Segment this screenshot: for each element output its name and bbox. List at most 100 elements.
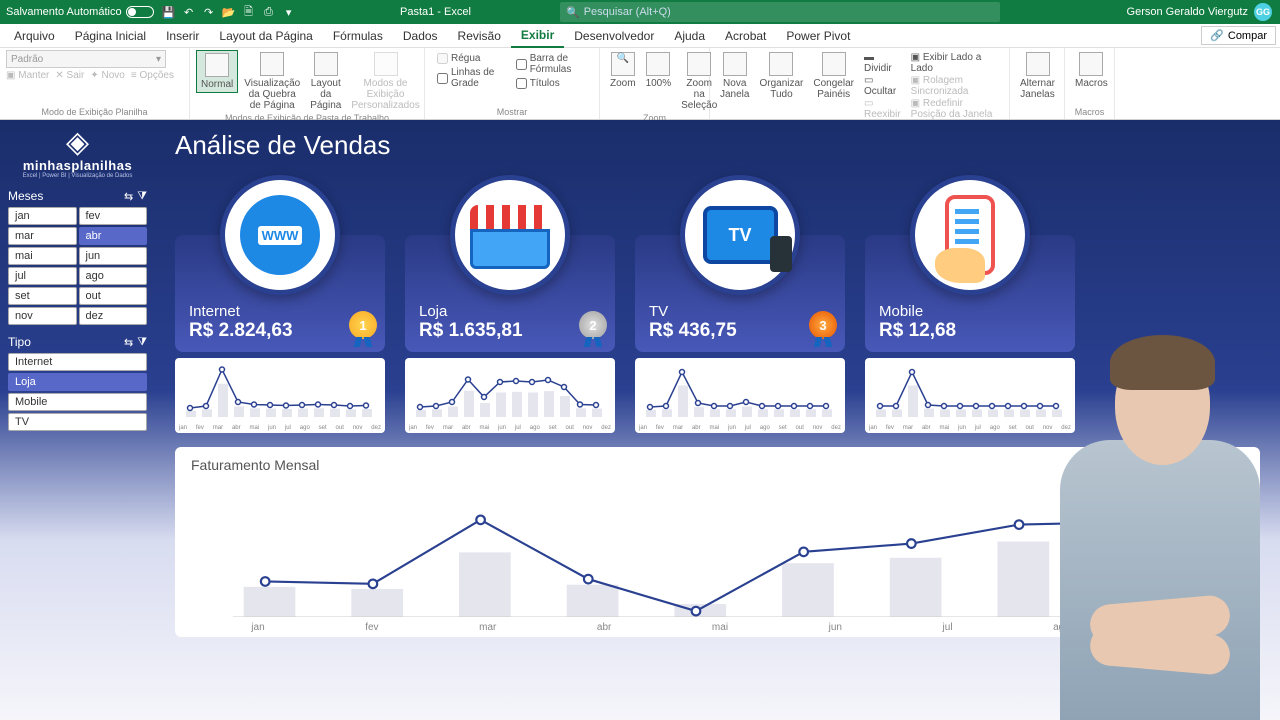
axis-label: fev bbox=[365, 622, 378, 633]
split-button[interactable]: ▬ Dividir bbox=[864, 52, 901, 74]
clear-filter-icon[interactable]: ⧩ bbox=[137, 336, 147, 349]
axis-label: jan bbox=[251, 622, 264, 633]
card-value: R$ 1.635,81 bbox=[419, 320, 601, 342]
slicer-item-nov[interactable]: nov bbox=[8, 307, 77, 325]
card-tv: TV TV R$ 436,75 3 janfevmarabrmaijunjula… bbox=[635, 175, 845, 433]
hide-button[interactable]: ▭ Ocultar bbox=[864, 75, 901, 97]
logo: ◈ minhasplanilhas Excel | Power BI | Vis… bbox=[8, 128, 147, 179]
macros-button[interactable]: Macros bbox=[1071, 50, 1112, 91]
slicer-item-jun[interactable]: jun bbox=[79, 247, 148, 265]
slicer-meses: Meses ⇆ ⧩ janfevmarabrmaijunjulagosetout… bbox=[8, 189, 147, 325]
card-name: TV bbox=[649, 303, 831, 320]
new-window-button[interactable]: Nova Janela bbox=[716, 50, 753, 102]
grid-icon bbox=[205, 53, 229, 77]
slicer-item-mai[interactable]: mai bbox=[8, 247, 77, 265]
slicer-item-internet[interactable]: Internet bbox=[8, 353, 147, 371]
card-name: Internet bbox=[189, 303, 371, 320]
logo-icon: ◈ bbox=[8, 128, 147, 158]
chk-titulos[interactable]: Títulos bbox=[514, 77, 589, 90]
autosave-toggle[interactable]: Salvamento Automático bbox=[6, 6, 154, 18]
slicer-item-mobile[interactable]: Mobile bbox=[8, 393, 147, 411]
exit-button[interactable]: ✕ Sair bbox=[55, 70, 84, 81]
search-icon: 🔍 bbox=[566, 6, 580, 19]
tab-powerpivot[interactable]: Power Pivot bbox=[776, 25, 860, 47]
share-button[interactable]: 🔗 Compar bbox=[1201, 26, 1276, 45]
slicer-item-mar[interactable]: mar bbox=[8, 227, 77, 245]
presenter-photo bbox=[1020, 260, 1280, 720]
multiselect-icon[interactable]: ⇆ bbox=[124, 336, 133, 349]
zoom-100-button[interactable]: 100% bbox=[642, 50, 676, 91]
card-icon: TV bbox=[680, 175, 800, 295]
unhide-button[interactable]: ▭ Reexibir bbox=[864, 98, 901, 120]
view-pagebreak-button[interactable]: Visualização da Quebra de Página bbox=[240, 50, 304, 113]
zoom-button[interactable]: 🔍Zoom bbox=[606, 50, 640, 91]
reset-pos-button[interactable]: ▣ Redefinir Posição da Janela bbox=[911, 98, 999, 120]
card-loja: Loja R$ 1.635,81 2 janfevmarabrmaijunjul… bbox=[405, 175, 615, 433]
slicer-item-set[interactable]: set bbox=[8, 287, 77, 305]
tab-desenvolvedor[interactable]: Desenvolvedor bbox=[564, 25, 664, 47]
axis-label: jul bbox=[943, 622, 953, 633]
chk-grade[interactable]: Linhas de Grade bbox=[435, 66, 504, 90]
tab-acrobat[interactable]: Acrobat bbox=[715, 25, 776, 47]
arrange-icon bbox=[769, 52, 793, 76]
switch-windows-button[interactable]: Alternar Janelas bbox=[1016, 50, 1059, 102]
group-label: Mostrar bbox=[431, 107, 593, 117]
options-button[interactable]: ≡ Opções bbox=[131, 70, 174, 81]
avatar: GG bbox=[1254, 3, 1272, 21]
tab-layout[interactable]: Layout da Página bbox=[209, 25, 322, 47]
save-icon[interactable]: 💾 bbox=[162, 5, 176, 19]
new-view-button[interactable]: ✦ Novo bbox=[90, 70, 125, 81]
sidebar: ◈ minhasplanilhas Excel | Power BI | Vis… bbox=[0, 120, 155, 720]
slicer-item-ago[interactable]: ago bbox=[79, 267, 148, 285]
tab-exibir[interactable]: Exibir bbox=[511, 24, 564, 48]
new-icon[interactable]: 🗎 bbox=[242, 5, 256, 19]
title-bar: Salvamento Automático 💾 ↶ ↷ 📂 🗎 ⎙ ▾ Past… bbox=[0, 0, 1280, 24]
slicer-item-loja[interactable]: Loja bbox=[8, 373, 147, 391]
slicer-item-jul[interactable]: jul bbox=[8, 267, 77, 285]
freeze-panes-button[interactable]: Congelar Painéis bbox=[809, 50, 858, 102]
view-normal-button[interactable]: Normal bbox=[196, 50, 238, 93]
user-area[interactable]: Gerson Geraldo Viergutz GG bbox=[1127, 3, 1272, 21]
chk-regua[interactable]: Régua bbox=[435, 52, 504, 65]
sparkline-chart: janfevmarabrmaijunjulagosetoutnovdez bbox=[175, 358, 385, 433]
view-custom-button[interactable]: Modos de Exibição Personalizados bbox=[347, 50, 423, 113]
view-pagelayout-button[interactable]: Layout da Página bbox=[306, 50, 345, 113]
clear-filter-icon[interactable]: ⧩ bbox=[137, 190, 147, 203]
keep-button[interactable]: ▣ Manter bbox=[6, 70, 49, 81]
tab-revisao[interactable]: Revisão bbox=[448, 25, 511, 47]
slicer-item-jan[interactable]: jan bbox=[8, 207, 77, 225]
sync-scroll-button[interactable]: ▣ Rolagem Sincronizada bbox=[911, 75, 999, 97]
custom-view-icon bbox=[374, 52, 398, 76]
slicer-item-fev[interactable]: fev bbox=[79, 207, 148, 225]
search-box[interactable]: 🔍 Pesquisar (Alt+Q) bbox=[560, 2, 1000, 22]
redo-icon[interactable]: ↷ bbox=[202, 5, 216, 19]
card-internet: WWW Internet R$ 2.824,63 1 janfevmarabrm… bbox=[175, 175, 385, 433]
card-icon bbox=[450, 175, 570, 295]
card-value: R$ 436,75 bbox=[649, 320, 831, 342]
tab-formulas[interactable]: Fórmulas bbox=[323, 25, 393, 47]
sparkline-chart: janfevmarabrmaijunjulagosetoutnovdez bbox=[635, 358, 845, 433]
tab-arquivo[interactable]: Arquivo bbox=[4, 25, 65, 47]
sidebyside-button[interactable]: ▣ Exibir Lado a Lado bbox=[911, 52, 999, 74]
print-icon[interactable]: ⎙ bbox=[262, 5, 276, 19]
sheet-view-dropdown[interactable]: Padrão▾ bbox=[6, 50, 166, 68]
multiselect-icon[interactable]: ⇆ bbox=[124, 190, 133, 203]
arrange-all-button[interactable]: Organizar Tudo bbox=[755, 50, 807, 102]
undo-icon[interactable]: ↶ bbox=[182, 5, 196, 19]
medal-icon: 3 bbox=[809, 311, 837, 339]
tab-inserir[interactable]: Inserir bbox=[156, 25, 209, 47]
open-icon[interactable]: 📂 bbox=[222, 5, 236, 19]
slicer-item-tv[interactable]: TV bbox=[8, 413, 147, 431]
tab-pagina-inicial[interactable]: Página Inicial bbox=[65, 25, 156, 47]
tab-dados[interactable]: Dados bbox=[393, 25, 448, 47]
axis-label: mar bbox=[479, 622, 496, 633]
slicer-item-out[interactable]: out bbox=[79, 287, 148, 305]
document-title: Pasta1 - Excel bbox=[400, 6, 471, 18]
slicer-item-dez[interactable]: dez bbox=[79, 307, 148, 325]
chk-formula[interactable]: Barra de Fórmulas bbox=[514, 52, 589, 76]
slicer-item-abr[interactable]: abr bbox=[79, 227, 148, 245]
pagebreak-icon bbox=[260, 52, 284, 76]
tab-ajuda[interactable]: Ajuda bbox=[664, 25, 715, 47]
more-icon[interactable]: ▾ bbox=[282, 5, 296, 19]
menu-bar: Arquivo Página Inicial Inserir Layout da… bbox=[0, 24, 1280, 48]
